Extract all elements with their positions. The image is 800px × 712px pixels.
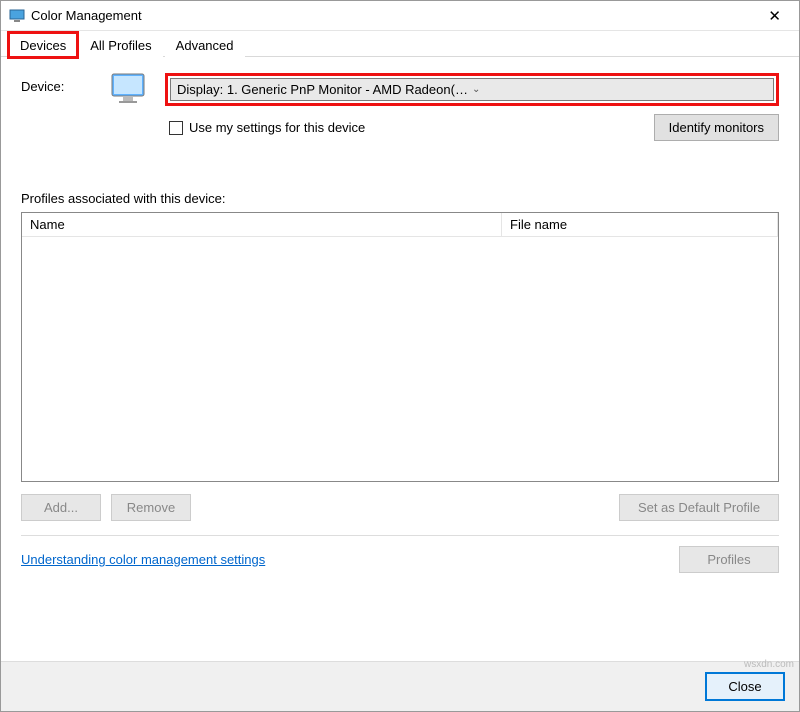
table-body[interactable] [22, 237, 778, 481]
chevron-down-icon: ⌄ [472, 84, 767, 95]
footer-row: Understanding color management settings … [21, 546, 779, 573]
device-row: Device: Display: 1. Generic PnP Monitor … [21, 73, 779, 141]
profiles-heading: Profiles associated with this device: [21, 191, 779, 206]
spacer [201, 494, 609, 521]
device-dropdown[interactable]: Display: 1. Generic PnP Monitor - AMD Ra… [170, 78, 774, 101]
set-default-button[interactable]: Set as Default Profile [619, 494, 779, 521]
device-dropdown-highlight: Display: 1. Generic PnP Monitor - AMD Ra… [165, 73, 779, 106]
identify-monitors-button[interactable]: Identify monitors [654, 114, 779, 141]
profiles-table[interactable]: Name File name [21, 212, 779, 482]
device-dropdown-value: Display: 1. Generic PnP Monitor - AMD Ra… [177, 82, 472, 97]
add-button[interactable]: Add... [21, 494, 101, 521]
divider [21, 535, 779, 536]
remove-button[interactable]: Remove [111, 494, 191, 521]
column-file-name[interactable]: File name [502, 213, 778, 236]
tab-all-profiles[interactable]: All Profiles [79, 33, 162, 57]
column-name[interactable]: Name [22, 213, 502, 236]
use-my-settings-checkbox[interactable]: Use my settings for this device [169, 120, 365, 135]
bottom-bar: Close [1, 661, 799, 711]
window-title: Color Management [31, 8, 758, 23]
device-label: Device: [21, 73, 91, 94]
checkbox-box [169, 121, 183, 135]
color-management-window: Color Management ✕ Devices All Profiles … [0, 0, 800, 712]
content-area: Device: Display: 1. Generic PnP Monitor … [1, 57, 799, 661]
tab-bar: Devices All Profiles Advanced [1, 31, 799, 57]
profiles-button[interactable]: Profiles [679, 546, 779, 573]
titlebar: Color Management ✕ [1, 1, 799, 31]
monitor-icon [111, 73, 145, 103]
help-link[interactable]: Understanding color management settings [21, 552, 265, 567]
close-button[interactable]: Close [705, 672, 785, 701]
profile-buttons-row: Add... Remove Set as Default Profile [21, 494, 779, 521]
device-right: Display: 1. Generic PnP Monitor - AMD Ra… [165, 73, 779, 141]
close-icon[interactable]: ✕ [758, 3, 791, 29]
watermark: wsxdn.com [744, 659, 794, 670]
app-icon [9, 8, 25, 24]
tab-advanced[interactable]: Advanced [165, 33, 245, 57]
checkbox-label: Use my settings for this device [189, 120, 365, 135]
table-header: Name File name [22, 213, 778, 237]
device-row2: Use my settings for this device Identify… [165, 114, 779, 141]
tab-devices[interactable]: Devices [9, 33, 77, 57]
